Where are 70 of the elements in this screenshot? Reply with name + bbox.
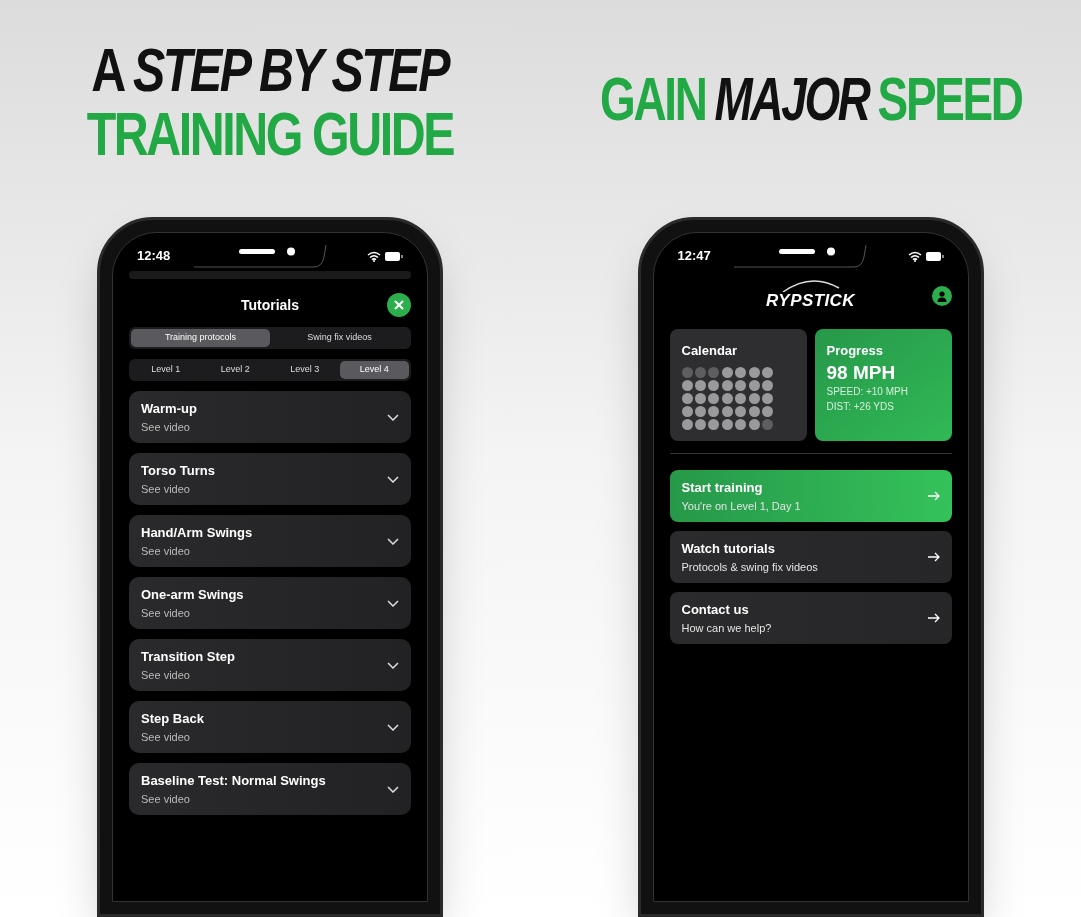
menu-title: Contact us bbox=[681, 601, 750, 619]
tutorial-subtitle: See video bbox=[141, 791, 191, 807]
chevron-down-icon bbox=[387, 785, 399, 793]
battery-icon bbox=[925, 251, 944, 261]
arrow-right-icon bbox=[927, 613, 940, 623]
menu-row[interactable]: Watch tutorials Protocols & swing fix videos bbox=[669, 531, 952, 583]
tutorial-title: Baseline Test: Normal Swings bbox=[141, 772, 326, 790]
wifi-icon bbox=[907, 250, 922, 262]
tutorial-row[interactable]: Warm-up See video bbox=[129, 391, 411, 443]
status-time: 12:47 bbox=[677, 247, 711, 266]
tutorial-title: One-arm Swings bbox=[141, 586, 244, 604]
card-title: Calendar bbox=[681, 342, 739, 360]
segment-tab[interactable]: Swing fix videos bbox=[270, 329, 409, 347]
tutorial-subtitle: See video bbox=[141, 419, 191, 435]
speed-value: 98 MPH bbox=[826, 360, 897, 385]
level-tab[interactable]: Level 1 bbox=[131, 361, 201, 379]
progress-stat: DIST: +26 YDS bbox=[826, 400, 895, 415]
tutorial-row[interactable]: Baseline Test: Normal Swings See video bbox=[129, 763, 411, 815]
menu-subtitle: You're on Level 1, Day 1 bbox=[681, 498, 801, 514]
level-tab[interactable]: Level 3 bbox=[270, 361, 340, 379]
swoosh-icon bbox=[780, 278, 841, 293]
tutorial-title: Warm-up bbox=[141, 400, 197, 418]
menu-row[interactable]: Start training You're on Level 1, Day 1 bbox=[669, 470, 952, 522]
headline-word: MAJOR bbox=[714, 62, 869, 135]
tutorial-title: Transition Step bbox=[141, 648, 235, 666]
person-icon bbox=[936, 290, 947, 302]
tutorial-subtitle: See video bbox=[141, 729, 191, 745]
menu-title: Watch tutorials bbox=[681, 540, 776, 558]
menu-subtitle: Protocols & swing fix videos bbox=[681, 559, 818, 575]
segment-tab[interactable]: Training protocols bbox=[131, 329, 270, 347]
profile-button[interactable] bbox=[931, 286, 952, 306]
close-icon bbox=[394, 300, 404, 310]
chevron-down-icon bbox=[387, 723, 399, 731]
calendar-card[interactable]: Calendar bbox=[669, 329, 807, 441]
wifi-icon bbox=[367, 250, 381, 262]
tutorial-title: Hand/Arm Swings bbox=[141, 524, 253, 542]
chevron-down-icon bbox=[387, 537, 399, 545]
chevron-down-icon bbox=[387, 599, 399, 607]
status-time: 12:48 bbox=[137, 247, 171, 266]
headline-word: SPEED bbox=[877, 62, 1022, 135]
screen-title: Tutorials bbox=[240, 295, 300, 315]
headline-line: TRAINING GUIDE bbox=[86, 102, 454, 166]
tutorial-row[interactable]: Transition Step See video bbox=[129, 639, 411, 691]
tutorial-subtitle: See video bbox=[141, 605, 191, 621]
chevron-down-icon bbox=[387, 475, 399, 483]
level-tab[interactable]: Level 4 bbox=[339, 361, 409, 379]
chevron-down-icon bbox=[387, 413, 399, 421]
headline-word: GAIN bbox=[599, 62, 706, 135]
tutorial-title: Step Back bbox=[141, 710, 204, 728]
menu-subtitle: How can we help? bbox=[681, 620, 772, 636]
menu-row[interactable]: Contact us How can we help? bbox=[669, 592, 952, 644]
level-tab[interactable]: Level 2 bbox=[200, 361, 270, 379]
tutorial-row[interactable]: Hand/Arm Swings See video bbox=[129, 515, 411, 567]
arrow-right-icon bbox=[927, 491, 940, 501]
menu-title: Start training bbox=[681, 479, 764, 497]
tutorial-title: Torso Turns bbox=[141, 462, 215, 480]
chevron-down-icon bbox=[387, 661, 399, 669]
battery-icon bbox=[385, 251, 403, 261]
tutorial-row[interactable]: Step Back See video bbox=[129, 701, 411, 753]
card-title: Progress bbox=[826, 342, 884, 360]
progress-stat: SPEED: +10 MPH bbox=[826, 385, 909, 400]
tutorial-subtitle: See video bbox=[141, 481, 191, 497]
app-logo: RYPSTICK bbox=[765, 290, 856, 313]
arrow-right-icon bbox=[927, 552, 940, 562]
headline-line: A STEP BY STEP bbox=[91, 38, 449, 102]
tutorial-subtitle: See video bbox=[141, 543, 191, 559]
tutorial-row[interactable]: Torso Turns See video bbox=[129, 453, 411, 505]
close-button[interactable] bbox=[387, 293, 411, 317]
tutorial-subtitle: See video bbox=[141, 667, 191, 683]
tutorial-row[interactable]: One-arm Swings See video bbox=[129, 577, 411, 629]
